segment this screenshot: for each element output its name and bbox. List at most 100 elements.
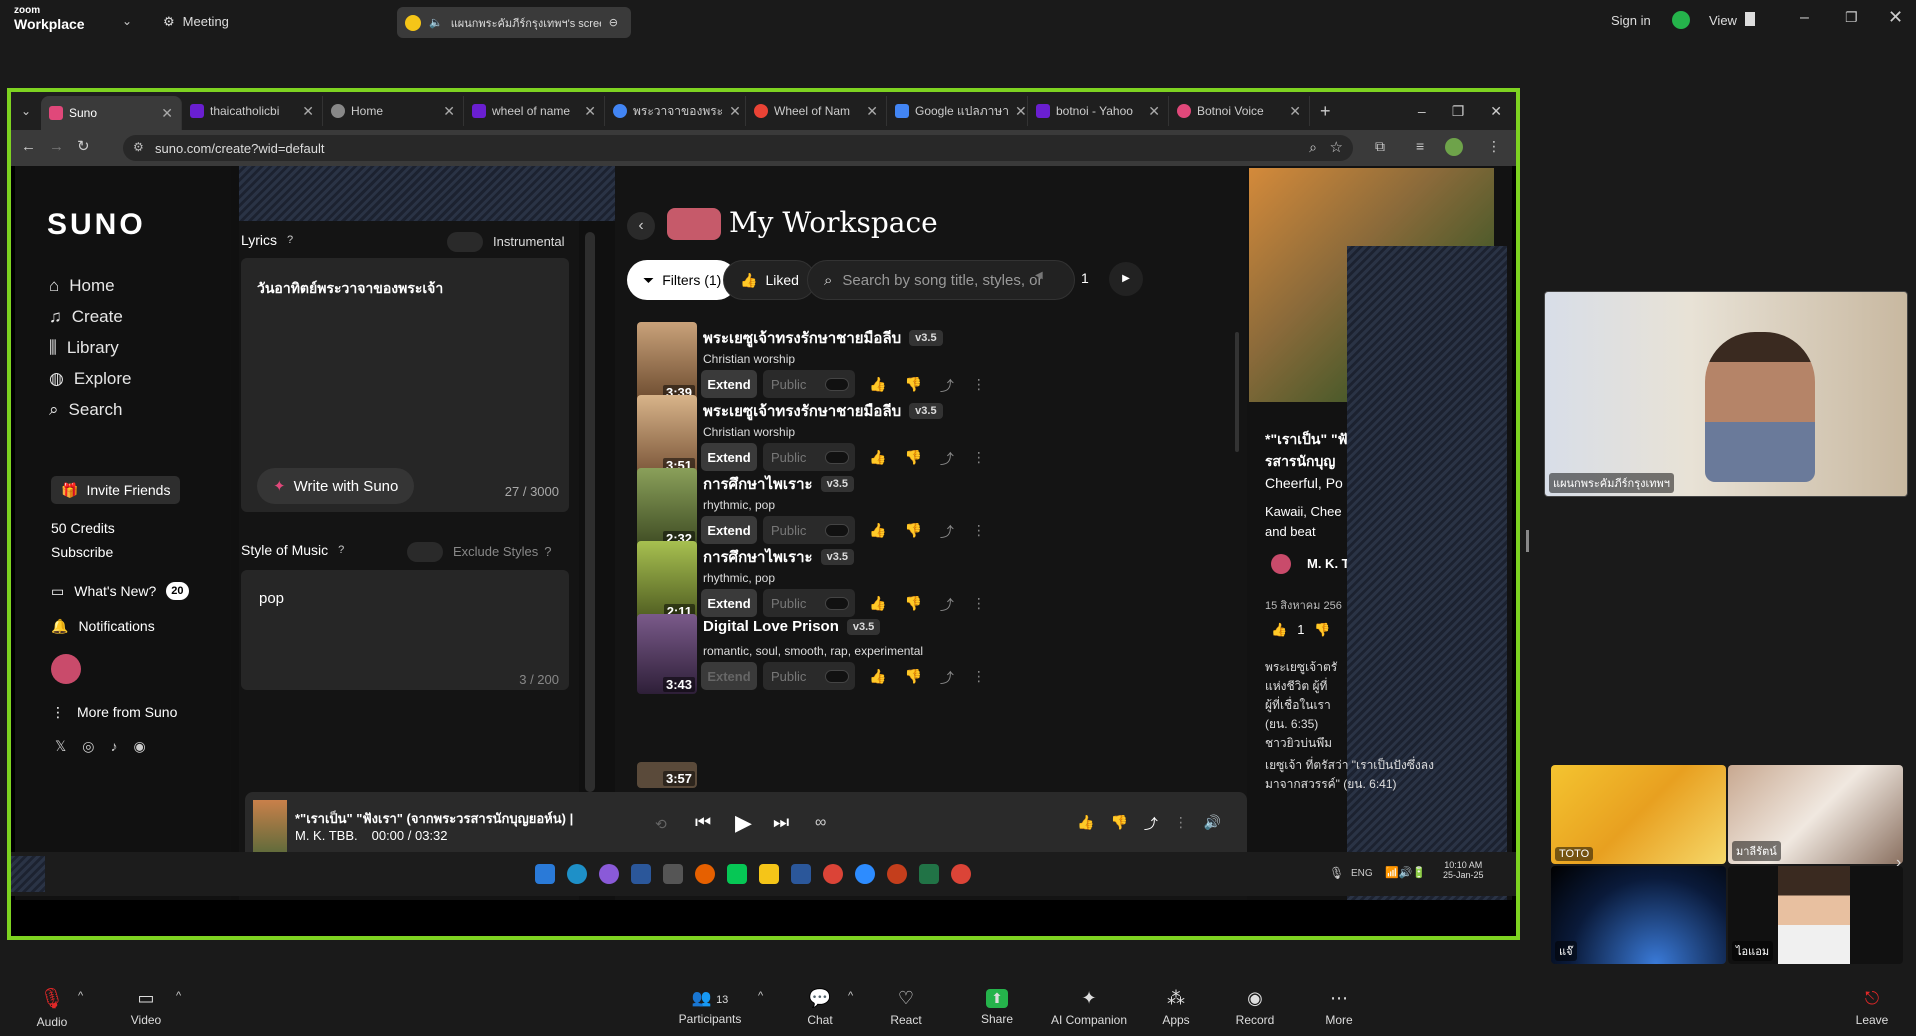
share-icon[interactable]: ⤴ (940, 449, 954, 469)
tab-google-translate[interactable]: Google แปลภาษา ✕ (887, 96, 1028, 126)
share-icon[interactable]: ⤴ (1144, 814, 1158, 834)
public-toggle[interactable]: Public (763, 589, 855, 617)
volume-icon[interactable]: 🔊 (1204, 814, 1221, 834)
prev-page-icon[interactable]: ◀ (1035, 270, 1043, 281)
bookmark-star-icon[interactable]: ☆ (1330, 138, 1343, 156)
audio-button[interactable]: 🎙 Audio (30, 978, 74, 1036)
excel-icon[interactable] (919, 864, 939, 884)
new-tab-icon[interactable]: + (1310, 101, 1341, 122)
song-title[interactable]: การศึกษาไพเราะ (703, 545, 813, 569)
song-title[interactable]: การศึกษาไพเราะ (703, 472, 813, 496)
player-cover[interactable] (253, 800, 287, 856)
more-options-icon[interactable]: ⋮ (972, 668, 986, 688)
liked-button[interactable]: 👍 Liked (723, 260, 816, 300)
tab-word-of-god[interactable]: พระวาจาของพระ ✕ (605, 96, 746, 126)
video-options-chevron-icon[interactable]: ^ (176, 990, 181, 1002)
more-options-icon[interactable]: ⋮ (972, 449, 986, 469)
nav-explore[interactable]: ◍ Explore (49, 369, 131, 389)
tab-botnoi-yahoo[interactable]: botnoi - Yahoo ✕ (1028, 96, 1169, 126)
zoom-app-icon[interactable] (855, 864, 875, 884)
thumbs-up-icon[interactable]: 👍 (1077, 814, 1094, 834)
close-tab-icon[interactable]: ✕ (443, 103, 455, 120)
participants-button[interactable]: 👥 13 Participants (676, 978, 744, 1036)
public-toggle[interactable]: Public (763, 370, 855, 398)
file-explorer-icon[interactable] (759, 864, 779, 884)
nav-create[interactable]: ♫ Create (49, 307, 123, 327)
repeat-icon[interactable]: ⟲ (655, 816, 667, 833)
thumbs-up-icon[interactable]: 👍 (869, 595, 886, 615)
thumbs-up-icon[interactable]: 👍 (869, 668, 886, 688)
zoom-lens-icon[interactable]: ⌕ (1309, 139, 1317, 156)
player-artist[interactable]: M. K. TBB. (295, 828, 358, 843)
next-page-icon[interactable]: ▶ (1109, 262, 1143, 296)
close-tab-icon[interactable]: ✕ (1015, 103, 1027, 120)
menu-kebab-icon[interactable]: ⋮ (1487, 138, 1501, 155)
more-from-suno[interactable]: ⋮ More from Suno (51, 704, 177, 721)
close-tab-icon[interactable]: ✕ (1289, 103, 1301, 120)
composer-scrollbar[interactable] (585, 232, 595, 792)
share-icon[interactable]: ⤴ (940, 522, 954, 542)
audio-options-chevron-icon[interactable]: ^ (78, 990, 83, 1002)
system-clock[interactable]: 10:10 AM 25-Jan-25 (1443, 860, 1484, 880)
thumbs-down-icon[interactable]: 👎 (904, 595, 921, 615)
tab-home[interactable]: Home ✕ (323, 96, 464, 126)
address-bar[interactable]: ⚙ suno.com/create?wid=default ⌕ ☆ (123, 135, 1353, 161)
share-icon[interactable]: ⤴ (940, 668, 954, 688)
nav-home[interactable]: ⌂ Home (49, 276, 115, 296)
public-toggle[interactable]: Public (763, 443, 855, 471)
next-track-icon[interactable]: ⏭ (773, 812, 789, 833)
share-banner[interactable]: 🔈 แผนกพระคัมภีร์กรุงเทพฯ's scree ⊖ (397, 7, 631, 38)
share-button[interactable]: ⬆ Share (974, 978, 1020, 1036)
more-options-icon[interactable]: ⋮ (972, 376, 986, 396)
window-minimize-icon[interactable]: – (1418, 103, 1426, 120)
thumbs-down-icon[interactable]: 👎 (904, 376, 921, 396)
video-button[interactable]: ▭ Video (124, 978, 168, 1036)
loop-icon[interactable]: ∞ (815, 814, 826, 832)
windows-start-icon[interactable] (535, 864, 555, 884)
active-speaker-video[interactable]: แผนกพระคัมภีร์กรุงเทพฯ (1544, 291, 1908, 497)
media-control-icon[interactable]: ≡ (1416, 138, 1424, 154)
play-icon[interactable]: ▶ (735, 810, 752, 836)
close-tab-icon[interactable]: ✕ (1148, 103, 1160, 120)
more-options-icon[interactable]: ⋮ (972, 595, 986, 615)
style-input[interactable]: pop 3 / 200 (241, 570, 569, 690)
chrome-active-icon[interactable] (951, 864, 971, 884)
previous-track-icon[interactable]: ⏮ (695, 812, 711, 833)
more-button[interactable]: ⋯ More (1320, 978, 1358, 1036)
song-thumbnail[interactable]: 3:43 (637, 614, 697, 694)
thumbs-up-icon[interactable]: 👍 (869, 449, 886, 469)
x-twitter-icon[interactable]: 𝕏 (55, 738, 66, 755)
panel-resize-handle[interactable] (1526, 530, 1529, 552)
extend-button[interactable]: Extend (701, 443, 757, 471)
thumbs-up-icon[interactable]: 👍 (869, 522, 886, 542)
options-icon[interactable]: ⊖ (609, 16, 618, 29)
thumbs-up-icon[interactable]: 👍 (869, 376, 886, 396)
write-with-suno-button[interactable]: ✦ Write with Suno (257, 468, 415, 504)
ai-companion-button[interactable]: ✦ AI Companion (1048, 978, 1130, 1036)
instrumental-toggle[interactable] (447, 232, 483, 252)
discord-icon[interactable]: ◉ (134, 738, 146, 755)
thumbs-down-icon[interactable]: 👎 (1314, 622, 1330, 638)
gallery-next-icon[interactable]: › (1896, 854, 1901, 872)
share-icon[interactable]: ⤴ (940, 376, 954, 396)
extend-button[interactable]: Extend (701, 589, 757, 617)
tab-wheel-of-names-1[interactable]: wheel of name ✕ (464, 96, 605, 126)
invite-friends-button[interactable]: 🎁 Invite Friends (51, 476, 181, 504)
close-icon[interactable]: ✕ (1888, 7, 1903, 28)
song-list-scrollbar[interactable] (1235, 332, 1239, 452)
wifi-volume-battery-icon[interactable]: 📶🔊🔋 (1385, 866, 1426, 879)
copilot-icon[interactable] (599, 864, 619, 884)
thumbs-down-icon[interactable]: 👎 (904, 449, 921, 469)
minimize-icon[interactable]: – (1800, 9, 1809, 27)
language-indicator[interactable]: ENG (1351, 868, 1373, 879)
filters-button[interactable]: ⏷ Filters (1) (627, 260, 738, 300)
back-chevron-icon[interactable]: ‹ (627, 212, 655, 240)
site-info-icon[interactable]: ⚙ (133, 140, 144, 154)
chevron-down-icon[interactable]: ⌄ (122, 14, 132, 28)
word-icon[interactable] (631, 864, 651, 884)
song-thumbnail[interactable]: 3:57 (637, 762, 697, 788)
extend-button[interactable]: Extend (701, 516, 757, 544)
suno-logo[interactable]: SUNO (47, 208, 146, 242)
record-button[interactable]: ◉ Record (1232, 978, 1278, 1036)
tab-botnoi-voice[interactable]: Botnoi Voice ✕ (1169, 96, 1310, 126)
